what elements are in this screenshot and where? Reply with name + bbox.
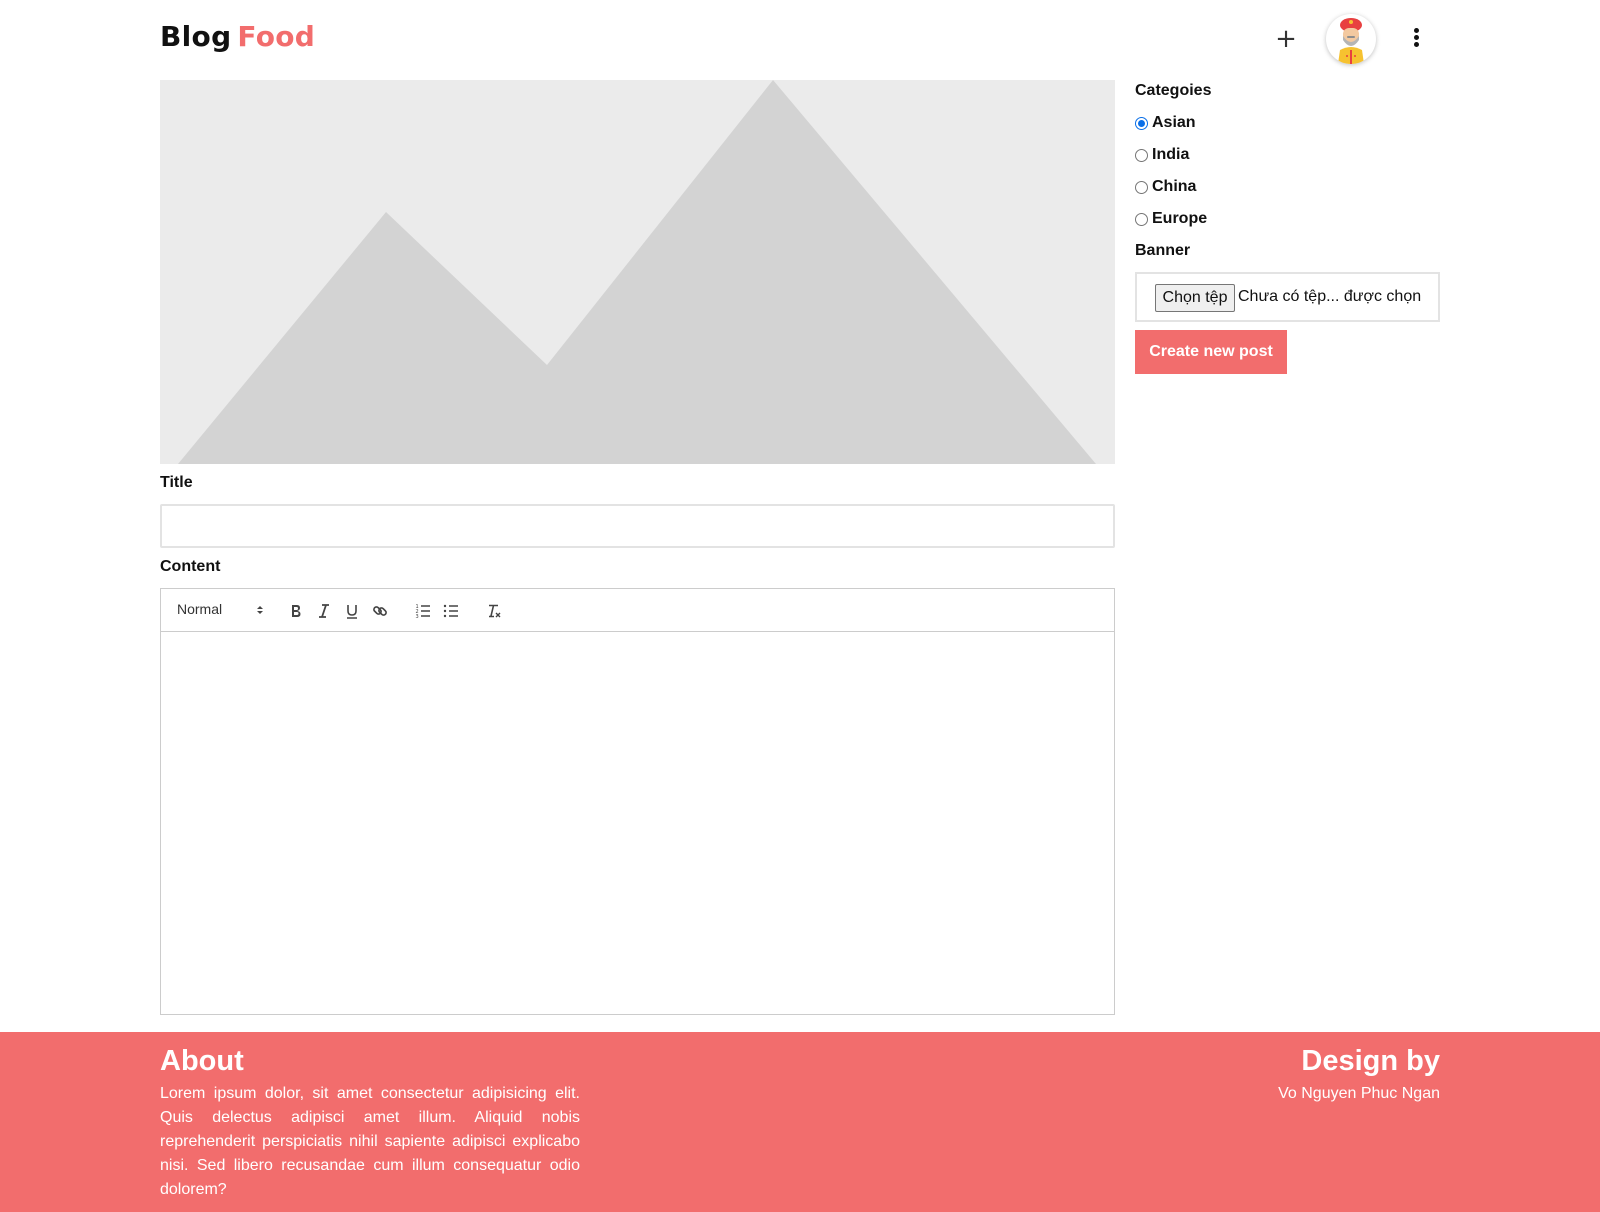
create-post-button[interactable]: Create new post	[1135, 330, 1287, 374]
avatar[interactable]	[1326, 14, 1376, 64]
format-select[interactable]: Normal	[177, 601, 265, 621]
content-label: Content	[160, 558, 221, 575]
more-vertical-icon[interactable]	[1404, 26, 1428, 52]
category-radio-europe[interactable]: Europe	[1135, 208, 1207, 230]
radio-button[interactable]	[1135, 212, 1148, 226]
clear-format-icon[interactable]	[483, 600, 505, 622]
file-status-text: Chưa có tệp... được chọn	[1238, 288, 1422, 305]
footer: About Lorem ipsum dolor, sit amet consec…	[0, 1032, 1600, 1212]
format-select-value: Normal	[177, 601, 223, 617]
title-input[interactable]	[160, 504, 1115, 548]
logo-text-food: Food	[237, 20, 316, 53]
category-radio-asian[interactable]: Asian	[1135, 112, 1196, 134]
category-radio-china[interactable]: China	[1135, 176, 1196, 198]
logo-text-blog: Blog	[160, 20, 232, 53]
design-by-title: Design by	[1301, 1045, 1440, 1077]
banner-preview	[160, 80, 1115, 464]
category-label: India	[1152, 146, 1190, 163]
category-label: China	[1152, 178, 1197, 195]
italic-icon[interactable]	[313, 600, 335, 622]
ordered-list-icon[interactable]: 123	[412, 600, 434, 622]
link-icon[interactable]	[369, 600, 391, 622]
bold-icon[interactable]	[285, 600, 307, 622]
header: Blog Food +	[0, 0, 1600, 80]
choose-file-button[interactable]: Chọn tệp	[1155, 284, 1235, 312]
category-label: Asian	[1152, 114, 1196, 131]
designer-name: Vo Nguyen Phuc Ngan	[1278, 1085, 1440, 1102]
content-editor-area[interactable]	[161, 632, 1114, 1014]
content-editor: Normal 123	[160, 588, 1115, 1015]
editor-toolbar: Normal 123	[161, 589, 1114, 632]
category-radio-india[interactable]: India	[1135, 144, 1189, 166]
title-label: Title	[160, 474, 193, 491]
banner-label: Banner	[1135, 242, 1191, 259]
category-label: Europe	[1152, 210, 1208, 227]
radio-button[interactable]	[1135, 116, 1148, 130]
about-text: Lorem ipsum dolor, sit amet consectetur …	[160, 1085, 580, 1198]
image-placeholder-icon	[178, 80, 1096, 464]
select-arrows-icon	[257, 606, 263, 614]
plus-icon[interactable]: +	[1273, 24, 1299, 54]
banner-file-input: Chọn tệp Chưa có tệp... được chọn	[1135, 272, 1440, 322]
logo[interactable]: Blog Food	[160, 20, 315, 53]
underline-icon[interactable]	[341, 600, 363, 622]
svg-text:3: 3	[416, 614, 419, 619]
bullet-list-icon[interactable]	[440, 600, 462, 622]
chef-avatar-icon	[1338, 18, 1364, 64]
radio-button[interactable]	[1135, 180, 1148, 194]
categories-label: Categoies	[1135, 82, 1212, 99]
radio-button[interactable]	[1135, 148, 1148, 162]
about-title: About	[160, 1045, 244, 1077]
